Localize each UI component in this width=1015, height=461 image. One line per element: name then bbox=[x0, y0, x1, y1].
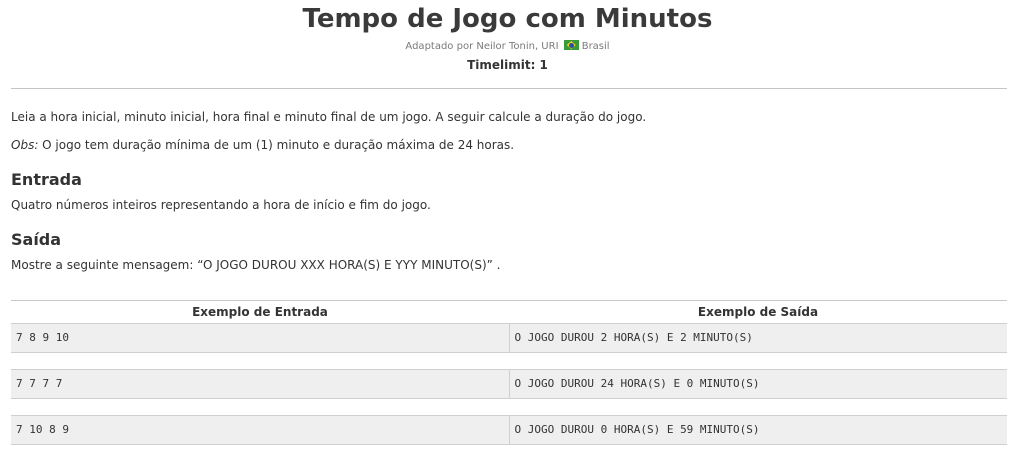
example-output-cell: O JOGO DUROU 24 HORA(S) E 0 MINUTO(S) bbox=[508, 370, 1008, 398]
input-description: Quatro números inteiros representando a … bbox=[11, 198, 431, 212]
obs-label: Obs: bbox=[11, 138, 39, 152]
problem-statement: Leia a hora inicial, minuto inicial, hor… bbox=[11, 110, 647, 124]
brazil-flag-icon bbox=[563, 40, 579, 50]
author-line: Adaptado por Neilor Tonin, URI Brasil bbox=[0, 40, 1015, 53]
table-row: 7 7 7 7 O JOGO DUROU 24 HORA(S) E 0 MINU… bbox=[11, 369, 1007, 399]
table-row: 7 10 8 9 O JOGO DUROU 0 HORA(S) E 59 MIN… bbox=[11, 415, 1007, 445]
example-input-cell: 7 8 9 10 bbox=[16, 331, 69, 344]
divider bbox=[11, 88, 1007, 89]
input-heading: Entrada bbox=[11, 170, 82, 189]
author-text: Adaptado por Neilor Tonin, URI bbox=[405, 41, 559, 52]
example-output-cell: O JOGO DUROU 2 HORA(S) E 2 MINUTO(S) bbox=[508, 324, 1008, 352]
problem-header: Tempo de Jogo com Minutos Adaptado por N… bbox=[0, 0, 1015, 72]
output-description: Mostre a seguinte mensagem: “O JOGO DURO… bbox=[11, 258, 501, 272]
example-output-cell: O JOGO DUROU 0 HORA(S) E 59 MINUTO(S) bbox=[508, 416, 1008, 444]
problem-content: Leia a hora inicial, minuto inicial, hor… bbox=[11, 108, 1007, 284]
examples-table: Exemplo de Entrada Exemplo de Saída 7 8 … bbox=[11, 300, 1007, 461]
country-text: Brasil bbox=[581, 41, 610, 52]
example-input-cell: 7 10 8 9 bbox=[16, 423, 69, 436]
table-row: 7 8 9 10 O JOGO DUROU 2 HORA(S) E 2 MINU… bbox=[11, 323, 1007, 353]
timelimit-label: Timelimit: 1 bbox=[467, 58, 548, 72]
obs-note: Obs: O jogo tem duração mínima de um (1)… bbox=[11, 136, 1007, 154]
output-heading: Saída bbox=[11, 230, 62, 249]
examples-table-header: Exemplo de Entrada Exemplo de Saída bbox=[11, 301, 1007, 323]
obs-text: O jogo tem duração mínima de um (1) minu… bbox=[38, 138, 515, 152]
page-title: Tempo de Jogo com Minutos bbox=[302, 4, 713, 34]
example-input-header: Exemplo de Entrada bbox=[192, 305, 328, 319]
example-output-header: Exemplo de Saída bbox=[697, 305, 819, 319]
example-input-cell: 7 7 7 7 bbox=[16, 377, 63, 390]
